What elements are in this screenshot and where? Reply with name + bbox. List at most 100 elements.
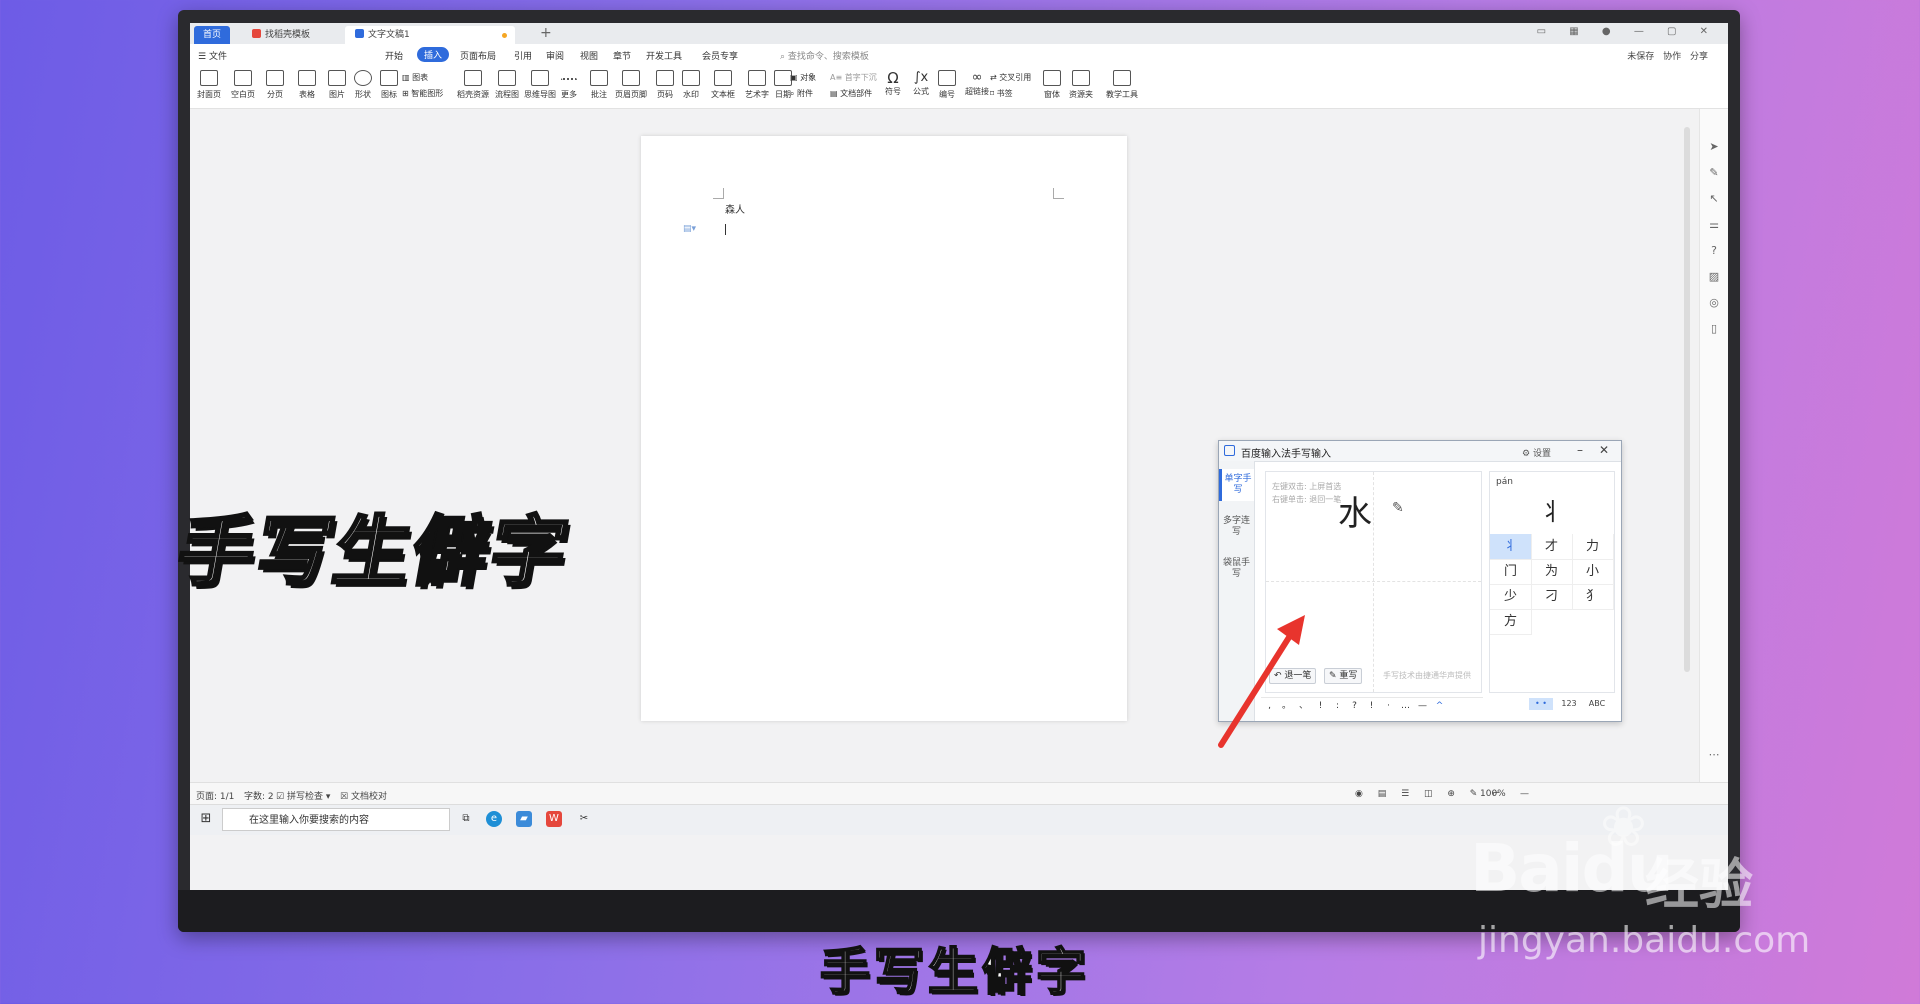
ribbon-bookmark[interactable]: ⌑ 书签: [990, 88, 1013, 99]
key-letter-mode[interactable]: ABC: [1585, 698, 1609, 710]
candidate-cell[interactable]: 门: [1490, 559, 1532, 585]
tab-template[interactable]: 找稻壳模板: [242, 26, 352, 44]
pointer-icon[interactable]: ↖: [1708, 193, 1720, 205]
menu-item-developer[interactable]: 开发工具: [646, 49, 682, 62]
book-icon[interactable]: ▯: [1708, 323, 1720, 335]
ribbon-hyperlink[interactable]: ∞ 超链接: [960, 70, 994, 97]
pen-icon[interactable]: ✎: [1708, 167, 1720, 179]
ribbon-textbox[interactable]: 文本框: [706, 70, 740, 100]
menu-item-member[interactable]: 会员专享: [702, 49, 738, 62]
task-view-icon[interactable]: ⧉: [458, 811, 474, 827]
candidate-cell[interactable]: 为: [1531, 559, 1573, 585]
help-icon[interactable]: ?: [1708, 245, 1720, 257]
ribbon-numbering[interactable]: 编号: [930, 70, 964, 100]
window-controls[interactable]: ▭ ▦ ● — ▢ ✕: [1537, 26, 1718, 37]
wps-taskbar-icon[interactable]: W: [546, 811, 562, 827]
ribbon-smartart[interactable]: ⊞ 智能图形: [402, 88, 443, 99]
new-tab-icon[interactable]: +: [540, 25, 552, 41]
taskbar-search[interactable]: 在这里输入你要搜索的内容: [222, 808, 450, 831]
rewrite-button[interactable]: ✎ 重写: [1324, 668, 1363, 684]
zoom-level[interactable]: 100%: [1480, 789, 1506, 799]
key-punct-mode[interactable]: • •: [1529, 698, 1553, 710]
menu-item-insert[interactable]: 插入: [417, 47, 450, 62]
ribbon-insert: 封面页 空白页 分页 表格 图片 形状 图标 ▥ 图表 ⊞ 智能图形 稻壳资源 …: [190, 66, 1728, 109]
punct-key[interactable]: ·: [1380, 701, 1397, 711]
ribbon-crossref[interactable]: ⇄ 交叉引用: [990, 72, 1031, 83]
tab-home[interactable]: 首页: [194, 26, 230, 44]
punct-key[interactable]: ?: [1346, 701, 1363, 711]
ribbon-comment[interactable]: 批注: [582, 70, 616, 100]
zoom-out-icon[interactable]: —: [1520, 789, 1529, 799]
punct-key[interactable]: …: [1397, 701, 1414, 711]
candidate-cell[interactable]: 刁: [1531, 584, 1573, 610]
ribbon-label: 教学工具: [1106, 90, 1138, 99]
menu-item-chapter[interactable]: 章节: [613, 49, 631, 62]
paragraph-icon[interactable]: ▤▾: [683, 224, 696, 234]
key-number-mode[interactable]: 123: [1557, 698, 1581, 710]
arrow-head: [1277, 615, 1305, 645]
menu-item-layout[interactable]: 页面布局: [460, 49, 496, 62]
mode-kangaroo[interactable]: 袋鼠手写: [1219, 553, 1254, 590]
ribbon-chart[interactable]: ▥ 图表: [402, 72, 428, 83]
scroll-thumb[interactable]: [1684, 127, 1690, 672]
vertical-scrollbar[interactable]: [1684, 119, 1690, 679]
candidate-cell[interactable]: 少: [1490, 584, 1532, 610]
doc-proof[interactable]: ☒ 文档校对: [340, 789, 387, 802]
candidate-cell[interactable]: 方: [1490, 609, 1532, 635]
candidate-cell[interactable]: 犭: [1572, 584, 1614, 610]
image-icon[interactable]: ▨: [1708, 271, 1720, 283]
punct-key[interactable]: !: [1363, 701, 1380, 711]
minimize-icon[interactable]: –: [1577, 443, 1583, 457]
table-icon: [298, 70, 316, 86]
app-icon[interactable]: ▰: [516, 811, 532, 827]
candidate-cell[interactable]: 力: [1572, 534, 1614, 560]
bookmark-label: 书签: [996, 89, 1013, 98]
punct-key[interactable]: ^: [1431, 701, 1448, 711]
ribbon-table[interactable]: 表格: [290, 70, 324, 100]
ime-settings[interactable]: ⚙ 设置: [1522, 446, 1551, 459]
ribbon-icons[interactable]: 图标: [372, 70, 406, 100]
ribbon-teaching[interactable]: 教学工具: [1100, 70, 1144, 100]
ribbon-docpart[interactable]: ▤ 文档部件: [830, 88, 872, 99]
menu-item-view[interactable]: 视图: [580, 49, 598, 62]
mode-single-char[interactable]: 单字手写: [1219, 469, 1254, 501]
menu-item-review[interactable]: 审阅: [546, 49, 564, 62]
ribbon-cover[interactable]: 封面页: [192, 70, 226, 100]
ribbon-blank[interactable]: 空白页: [226, 70, 260, 100]
candidate-cell[interactable]: 小: [1572, 559, 1614, 585]
location-icon[interactable]: ◎: [1708, 297, 1720, 309]
menu-file[interactable]: ☰ 文件: [198, 49, 227, 62]
tool-icon[interactable]: ✂: [576, 811, 592, 827]
menu-item-reference[interactable]: 引用: [514, 49, 532, 62]
ribbon-header-footer[interactable]: 页眉页脚: [614, 70, 648, 100]
close-icon[interactable]: ✕: [1599, 443, 1609, 457]
windows-start-icon[interactable]: ⊞: [198, 811, 214, 827]
command-search[interactable]: ⌕ 查找命令、搜索模板: [780, 49, 869, 62]
menu-item-start[interactable]: 开始: [385, 49, 403, 62]
candidate-cell[interactable]: 丬: [1490, 534, 1532, 560]
punct-key[interactable]: —: [1414, 701, 1431, 711]
sliders-icon[interactable]: ⚌: [1708, 219, 1720, 231]
mode-multi-char[interactable]: 多字连写: [1219, 511, 1254, 548]
candidate-cell[interactable]: 才: [1531, 534, 1573, 560]
ribbon-resources[interactable]: 资源夹: [1064, 70, 1098, 100]
ribbon-flowchart[interactable]: 流程图: [490, 70, 524, 100]
edge-icon[interactable]: e: [486, 811, 502, 827]
ribbon-dropcap[interactable]: A≡ 首字下沉: [830, 72, 877, 83]
tab-document[interactable]: 文字文稿1: [345, 26, 515, 44]
attach-label: 附件: [797, 89, 814, 98]
spell-check[interactable]: ☑ 拼写检查 ▾: [276, 789, 330, 802]
ribbon-pagebreak[interactable]: 分页: [258, 70, 292, 100]
document-page[interactable]: 森人 ▤▾: [641, 136, 1127, 721]
ribbon-docer[interactable]: 稻壳资源: [456, 70, 490, 100]
ribbon-more[interactable]: 更多: [552, 70, 586, 100]
ribbon-object[interactable]: ▣ 对象: [790, 72, 816, 83]
ribbon-attach[interactable]: ⌕ 附件: [790, 88, 813, 99]
page-number-icon: [656, 70, 674, 86]
ribbon-watermark[interactable]: 水印: [674, 70, 708, 100]
ime-title-bar[interactable]: 百度输入法手写输入 ⚙ 设置 – ✕: [1219, 441, 1621, 462]
send-icon[interactable]: ➤: [1708, 141, 1720, 153]
punct-key[interactable]: :: [1329, 701, 1346, 711]
menu-right-actions[interactable]: 未保存 协作 分享: [1627, 49, 1708, 62]
more-dots-icon[interactable]: ⋯: [1708, 749, 1720, 761]
